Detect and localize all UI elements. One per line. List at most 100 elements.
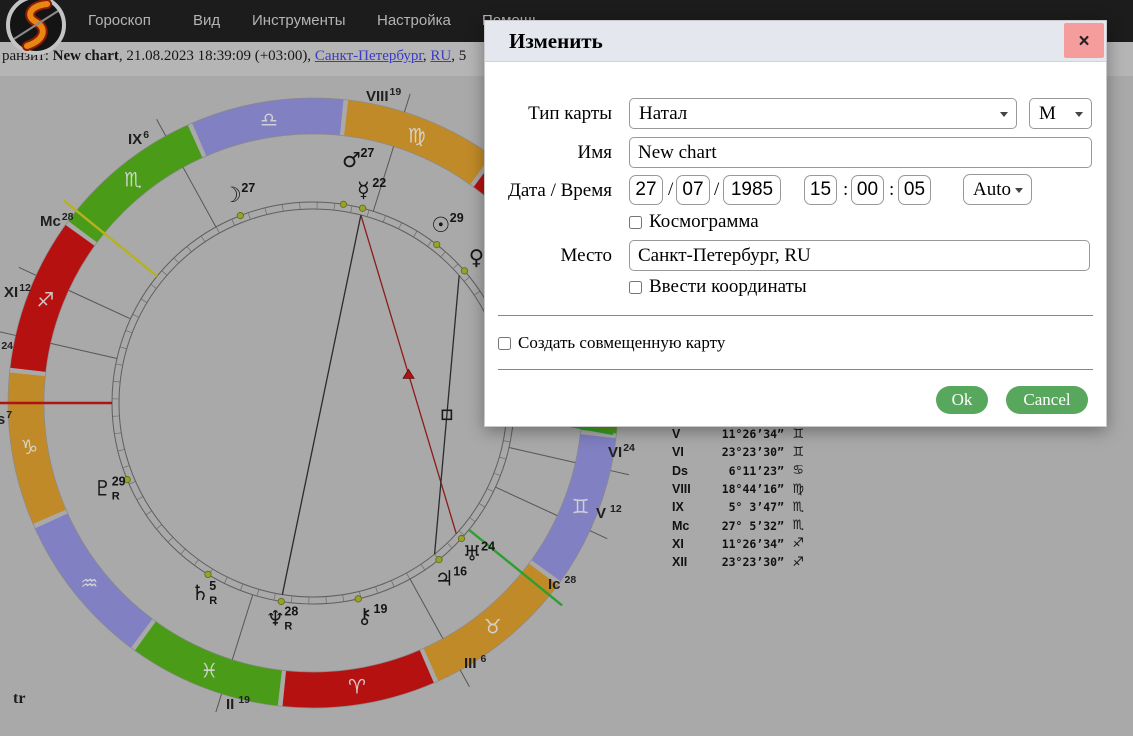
zodiac-sign-icon: ♐ xyxy=(784,555,804,570)
svg-text:VIII19: VIII19 xyxy=(366,86,401,105)
status-tail: , 5 xyxy=(451,48,466,64)
zodiac-sign-icon: ♊ xyxy=(784,445,804,460)
zodiac-sign-icon: ♍ xyxy=(784,482,804,497)
house-name: Ds xyxy=(672,464,706,478)
houses-row: VI23°23’30”♊ xyxy=(672,443,804,461)
month-input[interactable] xyxy=(676,175,710,205)
house-name: VI xyxy=(672,445,706,459)
svg-text:♒: ♒ xyxy=(80,571,98,595)
house-degree: 23°23’30” xyxy=(706,555,784,569)
day-input[interactable] xyxy=(629,175,663,205)
combined-chart-row: Создать совмещенную карту xyxy=(498,333,725,353)
datetime-label: Дата / Время xyxy=(485,175,612,206)
chart-mode-select[interactable]: M xyxy=(1029,98,1092,129)
city-link[interactable]: Санкт-Петербург xyxy=(315,48,423,64)
svg-text:♐: ♐ xyxy=(36,287,54,311)
houses-row: IX5° 3’47”♏ xyxy=(672,498,804,516)
country-link[interactable]: RU xyxy=(430,48,451,64)
zodiac-sign-icon: ♊ xyxy=(784,427,804,442)
svg-text:♑: ♑ xyxy=(20,435,38,459)
svg-text:V12: V12 xyxy=(596,503,622,522)
svg-text:♃: ♃ xyxy=(435,566,454,590)
minute-input[interactable] xyxy=(851,175,884,205)
name-label: Имя xyxy=(485,137,612,168)
svg-text:♊: ♊ xyxy=(572,495,590,519)
divider xyxy=(498,369,1093,370)
timezone-select[interactable]: Auto xyxy=(963,174,1032,205)
svg-text:27: 27 xyxy=(360,146,374,160)
close-icon[interactable]: × xyxy=(1064,23,1104,58)
divider xyxy=(498,315,1093,316)
cosmogram-label: Космограмма xyxy=(649,211,759,233)
chart-status-line: ранзит: New chart, 21.08.2023 18:39:09 (… xyxy=(2,48,466,65)
svg-text:R: R xyxy=(209,595,217,607)
svg-text:R: R xyxy=(284,621,292,633)
status-datetime: , 21.08.2023 18:39:09 (+03:00), xyxy=(119,48,315,64)
hour-input[interactable] xyxy=(804,175,837,205)
zodiac-sign-icon: ♋ xyxy=(784,463,804,478)
ok-button[interactable]: Ok xyxy=(936,386,988,414)
menu-tools[interactable]: Инструменты xyxy=(252,0,346,42)
name-input[interactable] xyxy=(629,137,1092,168)
cosmogram-row: Космограмма xyxy=(629,211,759,233)
tr-mode-label: tr xyxy=(13,690,25,708)
chevron-down-icon xyxy=(1075,112,1083,117)
svg-text:♆: ♆ xyxy=(266,607,285,631)
house-name: V xyxy=(672,427,706,441)
house-degree: 6°11’23” xyxy=(706,464,784,478)
svg-text:16: 16 xyxy=(453,564,467,578)
svg-text:☿: ☿ xyxy=(357,178,370,202)
enter-coordinates-checkbox[interactable] xyxy=(629,281,642,294)
place-input[interactable] xyxy=(629,240,1090,271)
svg-text:28: 28 xyxy=(284,605,298,619)
year-input[interactable] xyxy=(723,175,781,205)
app-logo-icon[interactable] xyxy=(5,0,67,61)
menu-settings[interactable]: Настройка xyxy=(377,0,451,42)
chart-mode-value: M xyxy=(1039,103,1056,124)
house-degree: 27° 5’32” xyxy=(706,519,784,533)
svg-text:29: 29 xyxy=(450,211,464,225)
svg-text:19: 19 xyxy=(374,602,388,616)
houses-row: XII23°23’30”♐ xyxy=(672,553,804,571)
dialog-header: Изменить × xyxy=(485,21,1106,62)
house-degree: 23°23’30” xyxy=(706,445,784,459)
house-degree: 11°26’34” xyxy=(706,427,784,441)
houses-row: Mc27° 5’32”♏ xyxy=(672,516,804,534)
houses-row: VIII18°44’16”♍ xyxy=(672,480,804,498)
svg-text:♉: ♉ xyxy=(484,615,502,639)
svg-text:♍: ♍ xyxy=(408,123,426,147)
house-name: VIII xyxy=(672,482,706,496)
second-input[interactable] xyxy=(898,175,931,205)
svg-text:R: R xyxy=(112,490,120,502)
cosmogram-checkbox[interactable] xyxy=(629,216,642,229)
svg-text:♄: ♄ xyxy=(191,581,210,605)
svg-text:27: 27 xyxy=(241,181,255,195)
houses-row: Ds6°11’23”♋ xyxy=(672,462,804,480)
chevron-down-icon xyxy=(1000,112,1008,117)
time-separator: : xyxy=(889,175,894,205)
svg-text:☽: ☽ xyxy=(223,183,242,207)
combined-chart-checkbox[interactable] xyxy=(498,337,511,350)
house-degree: 11°26’34” xyxy=(706,537,784,551)
houses-row: V11°26’34”♊ xyxy=(672,425,804,443)
svg-text:29: 29 xyxy=(112,474,126,488)
coords-row: Ввести координаты xyxy=(629,276,807,298)
svg-text:♈: ♈ xyxy=(348,675,366,699)
zodiac-sign-icon: ♐ xyxy=(784,536,804,551)
svg-text:♅: ♅ xyxy=(463,541,482,565)
zodiac-sign-icon: ♏ xyxy=(784,518,804,533)
combined-chart-label: Создать совмещенную карту xyxy=(518,333,725,353)
date-separator: / xyxy=(714,175,719,205)
svg-text:IX6: IX6 xyxy=(128,129,149,148)
chart-type-select[interactable]: Натал xyxy=(629,98,1017,129)
svg-text:⚷: ⚷ xyxy=(357,604,372,628)
menu-horoscope[interactable]: Гороскоп xyxy=(88,0,151,42)
menu-view[interactable]: Вид xyxy=(193,0,220,42)
enter-coordinates-label: Ввести координаты xyxy=(649,276,807,298)
houses-row: XI11°26’34”♐ xyxy=(672,535,804,553)
cancel-button[interactable]: Cancel xyxy=(1006,386,1088,414)
svg-text:♀: ♀ xyxy=(469,245,484,269)
svg-text:XII24: XII24 xyxy=(0,340,13,359)
svg-text:♓: ♓ xyxy=(200,659,218,683)
svg-text:♎: ♎ xyxy=(260,107,278,131)
